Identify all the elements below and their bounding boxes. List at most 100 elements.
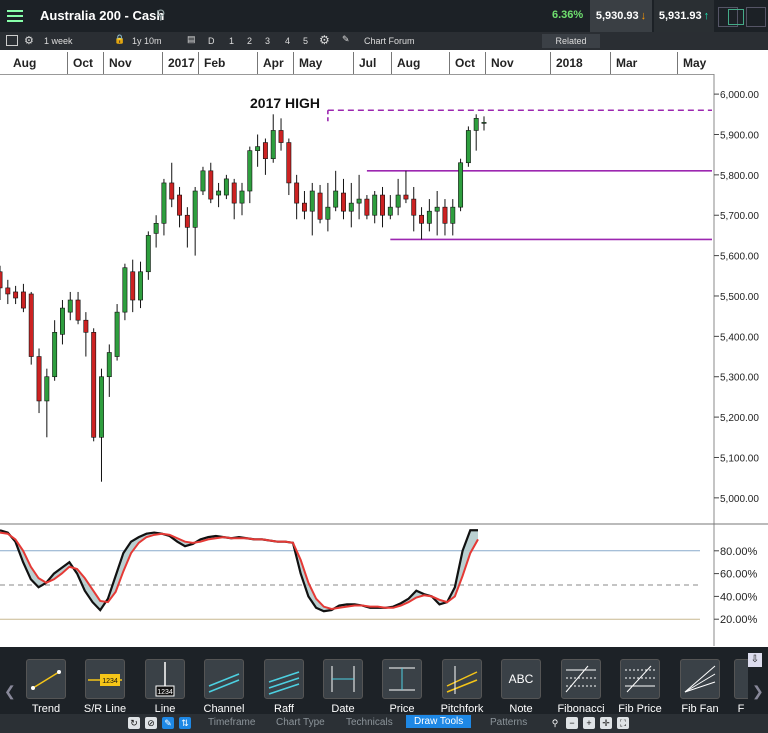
candle-body [333,190,339,208]
candle-body [380,194,385,216]
period-button[interactable]: 1 [229,36,234,46]
price-chart[interactable]: 2017 HIGH 6,000.00 5,900.00 5,800.00 5,700.… [0,74,768,646]
lock-icon[interactable]: 🔒 [114,34,125,45]
candle-body [83,319,89,333]
tab-timeframe[interactable]: Timeframe [208,717,255,728]
fullscreen-icon[interactable]: ⛶ [617,717,629,729]
tool-fibonacci[interactable]: Fibonacci [556,659,606,715]
fib-price-icon [620,659,660,699]
timeline-label: Aug [391,52,420,74]
sell-price-button[interactable]: 5,930.93 ↓ [590,0,652,32]
period-button[interactable]: 2 [247,36,252,46]
candle-body [20,291,26,309]
tool-price[interactable]: Price [377,659,427,715]
candle-body [99,376,104,438]
timeline-label: Nov [103,52,132,74]
panel-icon[interactable] [6,35,18,46]
indicator-tick-label: 80.00% [720,546,758,558]
tool-line[interactable]: 1234 Line [140,659,190,715]
timeline-label: Feb [198,52,225,74]
candle-body [434,206,440,212]
tool-pitchfork[interactable]: Pitchfork [437,659,487,715]
candle-body [60,307,65,335]
gear-icon[interactable]: ⚙ [24,34,34,47]
tab-draw-tools[interactable]: Draw Tools [406,715,472,728]
candle-body [247,150,253,192]
tool-trend[interactable]: Trend [21,659,71,715]
indicator-tick-label: 60.00% [720,569,758,581]
candle-body [223,178,229,196]
scroll-left-icon[interactable]: ❮ [4,683,16,700]
tool-note[interactable]: ABC Note [496,659,546,715]
y-tick-label: 5,900.00 [720,130,759,141]
timeline-label: Mar [610,52,637,74]
timeline-label: Jul [353,52,376,74]
candle-body [450,206,456,224]
sell-price: 5,930.93 [595,10,639,22]
tool-channel[interactable]: Channel [199,659,249,715]
chart-forum-link[interactable]: Chart Forum [364,36,415,46]
settings-icon[interactable]: ⚙ [319,33,330,47]
popout-icon[interactable] [746,7,766,27]
tool-fib-fan[interactable]: Fib Fan [675,659,725,715]
y-tick-label: 5,200.00 [720,413,759,424]
candle-body [302,202,307,212]
candle-body [395,194,401,208]
y-tick-label: 5,600.00 [720,252,759,263]
clear-icon[interactable]: ⊘ [145,717,157,729]
channel-icon [204,659,244,699]
tool-fib-price[interactable]: Fib Price [615,659,665,715]
tool-sr-line[interactable]: 1234 S/R Line [80,659,130,715]
tab-technicals[interactable]: Technicals [346,717,393,728]
candle-body [411,198,417,216]
interval-select[interactable]: 1 week [44,36,73,46]
candle-body [106,352,112,378]
candle-body [473,118,479,131]
related-button[interactable]: Related [542,34,600,48]
candle-body [419,214,424,224]
timeline-bar: Aug Oct Nov 2017 Feb Apr May Jul Aug Oct… [0,52,714,75]
tab-chart-type[interactable]: Chart Type [276,717,325,728]
candle-body [372,194,378,216]
more-tool-icon [734,659,748,699]
refresh-icon[interactable]: ↻ [128,717,140,729]
line-icon: 1234 [145,659,185,699]
tool-date[interactable]: Date [318,659,368,715]
zoom-in-icon[interactable]: + [583,717,595,729]
zoom-icon[interactable]: ⚲ [549,717,561,729]
collapse-panel-icon[interactable]: ⇩ [748,653,762,667]
crosshair-icon[interactable]: ✛ [600,717,612,729]
buy-price-button[interactable]: 5,931.93 ↑ [654,0,714,32]
candle-body [75,299,81,321]
y-tick-label: 5,100.00 [720,453,759,464]
search-icon[interactable]: ⚲ [156,7,166,23]
period-button[interactable]: 3 [265,36,270,46]
raff-icon [264,659,304,699]
period-button[interactable]: 5 [303,36,308,46]
period-button[interactable]: 4 [285,36,290,46]
candle-body [317,192,323,220]
sort-icon[interactable]: ⇅ [179,717,191,729]
restore-icon[interactable] [728,9,744,25]
pencil-icon[interactable]: ✎ [162,717,174,729]
tool-raff[interactable]: Raff [259,659,309,715]
calendar-icon[interactable]: ▤ [187,34,196,45]
indicator-tick-label: 40.00% [720,591,758,603]
menu-icon[interactable] [0,0,30,32]
y-tick-label: 5,300.00 [720,373,759,384]
zoom-out-icon[interactable]: − [566,717,578,729]
candle-body [239,190,245,204]
candle-body [0,271,3,289]
period-button[interactable]: D [208,36,215,46]
chat-icon[interactable]: ✎ [342,34,350,45]
date-range-icon [323,659,363,699]
range-select[interactable]: 1y 10m [132,36,162,46]
scroll-right-icon[interactable]: ❯ [752,683,764,700]
candle-body [161,182,167,224]
candle-body [177,194,182,216]
tool-more[interactable]: F [734,659,748,715]
tab-patterns[interactable]: Patterns [490,717,527,728]
candle-body [270,130,276,160]
sr-line-icon: 1234 [85,659,125,699]
chart-toolbar: ⚙ 1 week 🔒 1y 10m ▤ D 1 2 3 4 5 ⚙ ✎ Char… [0,32,768,50]
